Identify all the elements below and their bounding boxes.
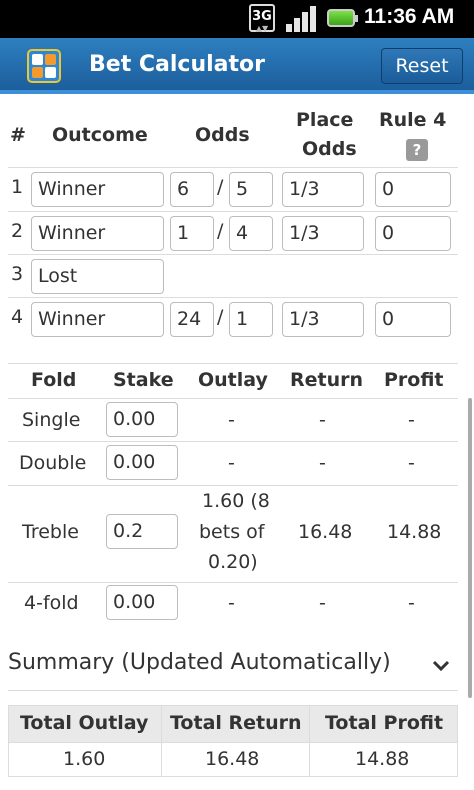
divider bbox=[8, 398, 458, 399]
selection-number: 1 bbox=[11, 176, 24, 198]
summary-header-return: Total Return bbox=[170, 712, 302, 734]
profit-value: - bbox=[408, 409, 415, 431]
scrollbar[interactable] bbox=[468, 398, 472, 698]
summary-title[interactable]: Summary (Updated Automatically) bbox=[8, 650, 391, 675]
stake-input-double[interactable]: 0.00 bbox=[106, 445, 178, 480]
summary-header-outlay: Total Outlay bbox=[20, 712, 149, 734]
rule4-input[interactable]: 0 bbox=[375, 172, 451, 207]
total-profit-value: 14.88 bbox=[355, 748, 410, 770]
fold-label-single: Single bbox=[22, 409, 81, 431]
profit-value: 14.88 bbox=[387, 521, 442, 543]
divider bbox=[8, 211, 458, 212]
summary-header-profit: Total Profit bbox=[325, 712, 444, 734]
network-3g-icon: 3G ▲▼ bbox=[249, 4, 275, 33]
divider bbox=[8, 297, 458, 298]
odds-denominator-input[interactable]: 1 bbox=[229, 302, 273, 337]
return-value: - bbox=[319, 592, 326, 614]
summary-table: Total Outlay Total Return Total Profit 1… bbox=[8, 705, 458, 777]
outlay-value-line3: 0.20) bbox=[208, 551, 258, 573]
odds-numerator-input[interactable]: 1 bbox=[170, 216, 214, 251]
action-bar: Bet Calculator Reset bbox=[0, 38, 474, 94]
divider bbox=[8, 485, 458, 486]
total-return-value: 16.48 bbox=[205, 748, 260, 770]
outlay-value: - bbox=[228, 409, 235, 431]
stake-input-4fold[interactable]: 0.00 bbox=[106, 585, 178, 620]
col-header-place-odds-line2: Odds bbox=[302, 138, 357, 160]
col-header-number: # bbox=[10, 124, 26, 146]
divider bbox=[8, 167, 458, 168]
profit-value: - bbox=[408, 592, 415, 614]
odds-denominator-input[interactable]: 5 bbox=[229, 172, 273, 207]
col-header-fold: Fold bbox=[31, 369, 77, 391]
outcome-select[interactable]: Winner bbox=[31, 216, 164, 251]
divider bbox=[8, 254, 458, 255]
col-header-return: Return bbox=[290, 369, 364, 391]
battery-icon bbox=[327, 9, 358, 27]
col-header-stake: Stake bbox=[113, 369, 174, 391]
fold-label-double: Double bbox=[19, 452, 87, 474]
return-value: - bbox=[319, 409, 326, 431]
stake-input-single[interactable]: 0.00 bbox=[106, 402, 178, 437]
profit-value: - bbox=[408, 452, 415, 474]
divider bbox=[8, 363, 458, 364]
col-header-place-odds-line1: Place bbox=[296, 109, 354, 131]
odds-separator: / bbox=[217, 306, 224, 328]
divider bbox=[161, 706, 162, 776]
col-header-profit: Profit bbox=[384, 369, 444, 391]
outcome-select[interactable]: Winner bbox=[31, 172, 164, 207]
col-header-outcome: Outcome bbox=[52, 124, 148, 146]
clock: 11:36 AM bbox=[364, 5, 455, 28]
col-header-rule4: Rule 4 bbox=[379, 109, 447, 131]
return-value: 16.48 bbox=[298, 521, 353, 543]
status-bar: 3G ▲▼ 11:36 AM bbox=[0, 0, 474, 38]
app-title: Bet Calculator bbox=[89, 52, 265, 77]
rule4-help-icon[interactable]: ? bbox=[406, 139, 428, 161]
stake-input-treble[interactable]: 0.2 bbox=[106, 514, 178, 549]
total-outlay-value: 1.60 bbox=[63, 748, 106, 770]
odds-numerator-input[interactable]: 6 bbox=[170, 172, 214, 207]
odds-separator: / bbox=[217, 176, 224, 198]
outlay-value: - bbox=[228, 592, 235, 614]
divider bbox=[309, 706, 310, 776]
return-value: - bbox=[319, 452, 326, 474]
selection-number: 3 bbox=[11, 263, 24, 285]
network-label: 3G bbox=[252, 9, 272, 24]
rule4-input[interactable]: 0 bbox=[375, 216, 451, 251]
col-header-outlay: Outlay bbox=[198, 369, 268, 391]
reset-button[interactable]: Reset bbox=[381, 48, 463, 84]
odds-numerator-input[interactable]: 24 bbox=[170, 302, 214, 337]
divider bbox=[9, 742, 457, 743]
odds-separator: / bbox=[217, 220, 224, 242]
outcome-select[interactable]: Lost bbox=[31, 259, 164, 294]
place-odds-select[interactable]: 1/3 bbox=[282, 172, 364, 207]
outlay-value: - bbox=[228, 452, 235, 474]
place-odds-select[interactable]: 1/3 bbox=[282, 216, 364, 251]
divider bbox=[8, 690, 458, 691]
fold-label-treble: Treble bbox=[22, 521, 79, 543]
rule4-input[interactable]: 0 bbox=[375, 302, 451, 337]
odds-denominator-input[interactable]: 4 bbox=[229, 216, 273, 251]
signal-strength-icon bbox=[286, 6, 318, 32]
divider bbox=[8, 441, 458, 442]
outlay-value-line1: 1.60 (8 bbox=[202, 490, 270, 512]
selection-number: 2 bbox=[11, 220, 24, 242]
chevron-down-icon[interactable] bbox=[432, 660, 450, 672]
fold-label-4fold: 4-fold bbox=[24, 592, 79, 614]
outcome-select[interactable]: Winner bbox=[31, 302, 164, 337]
col-header-odds: Odds bbox=[195, 124, 250, 146]
place-odds-select[interactable]: 1/3 bbox=[282, 302, 364, 337]
outlay-value-line2: bets of bbox=[199, 521, 265, 543]
calculator-app-icon bbox=[27, 49, 61, 83]
divider bbox=[8, 582, 458, 583]
selection-number: 4 bbox=[11, 306, 24, 328]
